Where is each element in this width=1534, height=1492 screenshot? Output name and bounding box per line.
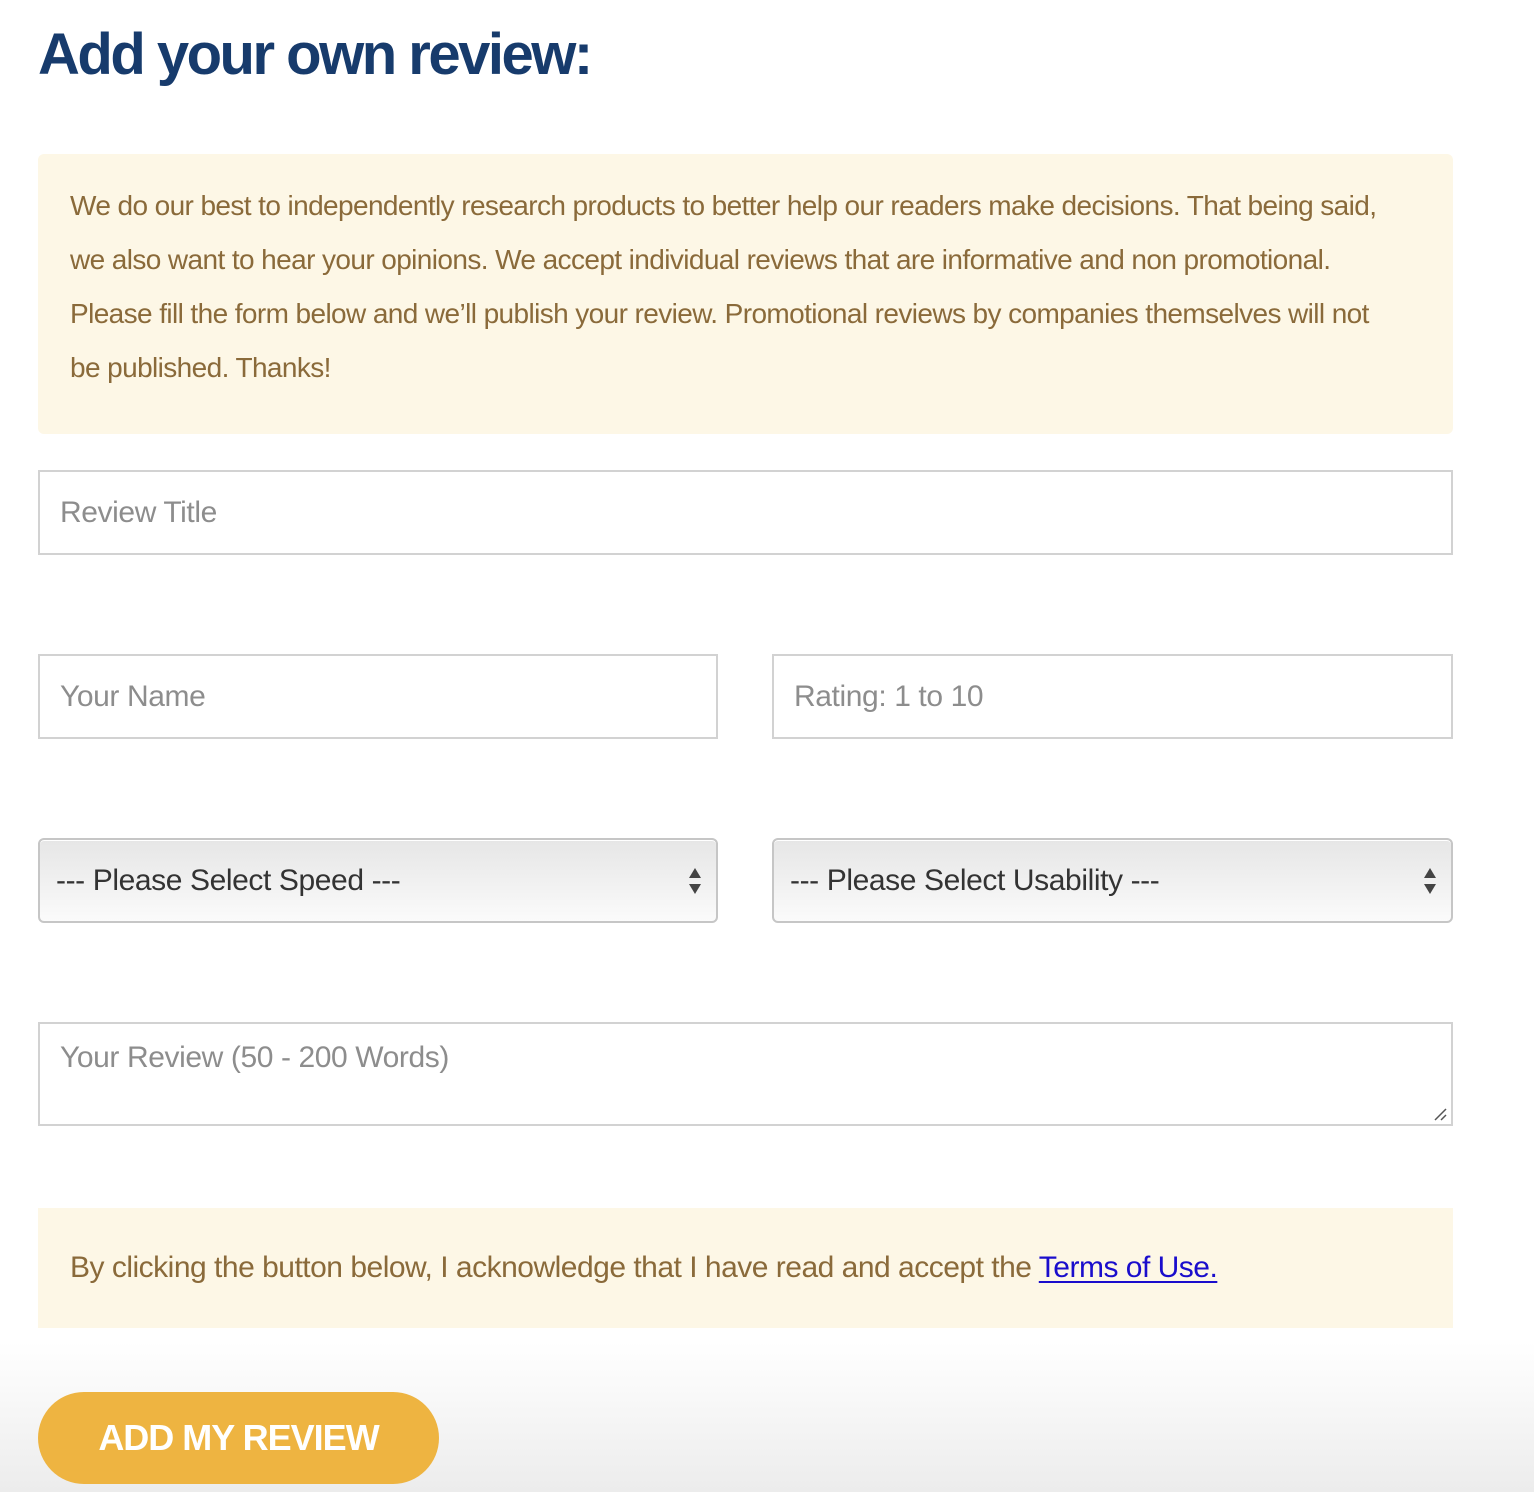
select-arrows-icon <box>689 868 701 894</box>
review-policy-notice: We do our best to independently research… <box>38 154 1453 434</box>
terms-prefix: By clicking the button below, I acknowle… <box>70 1251 1039 1284</box>
speed-select-value: --- Please Select Speed --- <box>56 864 401 897</box>
terms-notice: By clicking the button below, I acknowle… <box>38 1208 1453 1328</box>
your-name-input[interactable] <box>38 654 718 739</box>
resize-grip-icon[interactable] <box>1432 1106 1448 1122</box>
usability-select-value: --- Please Select Usability --- <box>790 864 1160 897</box>
select-arrows-icon <box>1424 868 1436 894</box>
rating-field <box>772 654 1453 739</box>
page-title: Add your own review: <box>38 22 593 87</box>
usability-select[interactable]: --- Please Select Usability --- <box>772 838 1453 923</box>
rating-input[interactable] <box>772 654 1453 739</box>
speed-select[interactable]: --- Please Select Speed --- <box>38 838 718 923</box>
review-policy-text: We do our best to independently research… <box>70 190 1377 383</box>
add-my-review-button[interactable]: ADD MY REVIEW <box>38 1392 439 1484</box>
review-title-input[interactable] <box>38 470 1453 555</box>
your-review-textarea[interactable] <box>38 1022 1453 1126</box>
terms-of-use-link[interactable]: Terms of Use. <box>1039 1251 1218 1284</box>
terms-text: By clicking the button below, I acknowle… <box>70 1208 1421 1328</box>
